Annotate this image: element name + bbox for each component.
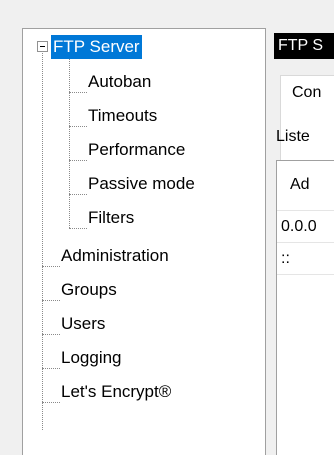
tree-connector [42,53,43,430]
tree-connector [42,334,60,335]
listen-label: Liste [276,128,310,145]
tree-item-groups[interactable]: Groups [59,277,119,303]
tree-connector [69,160,87,161]
tree-item-label: Users [61,314,106,333]
tree-connector [42,300,60,301]
tree-item-label: Groups [61,280,117,299]
tree-item-autoban[interactable]: Autoban [86,69,153,95]
tree-connector [69,126,87,127]
tree-item-ftp-server[interactable]: FTP Server [51,34,142,60]
tree-item-performance[interactable]: Performance [86,137,187,163]
tree-item-passive-mode[interactable]: Passive mode [86,171,197,197]
tree-item-filters[interactable]: Filters [86,205,136,231]
tree-item-label: FTP Server [51,35,142,59]
tree-connector [69,194,87,195]
tree-item-administration[interactable]: Administration [59,243,171,269]
settings-window: FTP Server Autoban Timeouts Performance … [0,0,334,455]
tree-item-label: Let's Encrypt® [61,382,172,401]
settings-tree[interactable]: FTP Server Autoban Timeouts Performance … [22,28,266,455]
tree-item-label: Logging [61,348,122,367]
tree-item-lets-encrypt[interactable]: Let's Encrypt® [59,379,173,405]
tree-item-label: Passive mode [88,174,195,193]
tree-item-label: Timeouts [88,106,158,125]
tree-item-label: Administration [61,246,169,265]
tree-connector [42,266,60,267]
tree-item-timeouts[interactable]: Timeouts [86,103,159,129]
tab-connections[interactable]: Con [280,75,334,111]
listener-list[interactable]: Ad 0.0.0 :: [276,160,334,455]
tree-connector [69,228,87,229]
tree-connector [69,92,87,93]
tree-item-logging[interactable]: Logging [59,345,124,371]
tree-item-label: Autoban [88,72,152,91]
tree-item-label: Filters [88,208,135,227]
tree-connector [42,402,60,403]
collapse-icon[interactable] [37,41,48,52]
list-item[interactable]: 0.0.0 [277,211,334,243]
tree-connector [69,59,70,228]
tree-connector [42,368,60,369]
list-item[interactable]: :: [277,243,334,275]
tree-item-users[interactable]: Users [59,311,107,337]
column-header-address[interactable]: Ad [277,161,334,211]
page-title: FTP S [274,33,334,59]
tree-item-label: Performance [88,140,186,159]
